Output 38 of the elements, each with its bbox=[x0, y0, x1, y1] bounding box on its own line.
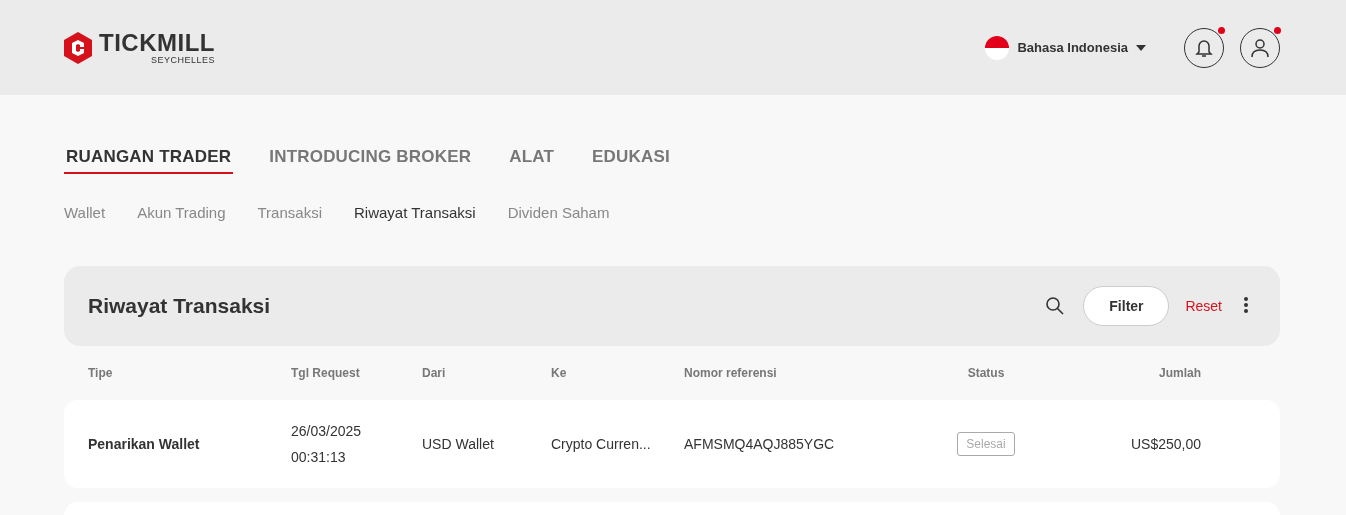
main-tab[interactable]: RUANGAN TRADER bbox=[64, 147, 234, 174]
table-cell-text: AFMSMQ4AQJ885YGC bbox=[684, 436, 836, 452]
filter-button[interactable]: Filter bbox=[1083, 286, 1170, 326]
logo-icon bbox=[63, 30, 93, 65]
table-cell-text: Crypto Curren... bbox=[551, 436, 652, 452]
status-badge: Selesai bbox=[957, 432, 1015, 456]
table-row[interactable]: Penarikan Wallet 26/03/2025 00:31:13 USD Wallet Crypto Curren... AFMSMQ4AQJ885YGC Selesai US$250,00 bbox=[64, 400, 1280, 488]
table-cell-text: US$250,00 bbox=[1129, 436, 1201, 452]
brand-name: TICKMILL bbox=[99, 30, 215, 55]
column-header: Dari bbox=[422, 366, 447, 380]
sub-tab[interactable]: Wallet bbox=[64, 204, 106, 221]
main-tab[interactable]: INTRODUCING BROKER bbox=[267, 147, 474, 174]
column-header: Tgl Request bbox=[291, 366, 361, 380]
sub-tab[interactable]: Riwayat Transaksi bbox=[354, 204, 476, 221]
caret-icon bbox=[1136, 44, 1146, 51]
main-tab[interactable]: EDUKASI bbox=[590, 147, 672, 174]
column-header: Nomor referensi bbox=[684, 366, 778, 380]
sub-tab[interactable]: Dividen Saham bbox=[507, 204, 610, 221]
sub-tab[interactable]: Akun Trading bbox=[137, 204, 226, 221]
table-cell-text: USD Wallet bbox=[422, 436, 495, 452]
column-header: Jumlah bbox=[1158, 366, 1201, 380]
bell-icon bbox=[1195, 37, 1213, 58]
table-cell-text: Penarikan Wallet bbox=[88, 436, 201, 452]
main-tab[interactable]: ALAT bbox=[507, 147, 557, 174]
time-text: 00:31:13 bbox=[291, 448, 347, 467]
user-icon bbox=[1250, 37, 1270, 58]
column-header: Tipe bbox=[88, 366, 114, 380]
search-icon[interactable] bbox=[1045, 296, 1066, 316]
column-header: Ke bbox=[551, 366, 568, 380]
panel-title: Riwayat Transaksi bbox=[88, 294, 272, 318]
more-icon bbox=[1244, 296, 1248, 313]
flag-icon bbox=[985, 35, 1010, 60]
sub-tab[interactable]: Transaksi bbox=[257, 204, 322, 221]
date-text: 26/03/2025 bbox=[291, 422, 363, 441]
reset-button[interactable]: Reset bbox=[1185, 298, 1222, 314]
language-selector[interactable]: Bahasa Indonesia bbox=[985, 35, 1146, 60]
brand-region: SEYCHELLES bbox=[150, 54, 215, 65]
column-header: Status bbox=[966, 366, 1006, 380]
